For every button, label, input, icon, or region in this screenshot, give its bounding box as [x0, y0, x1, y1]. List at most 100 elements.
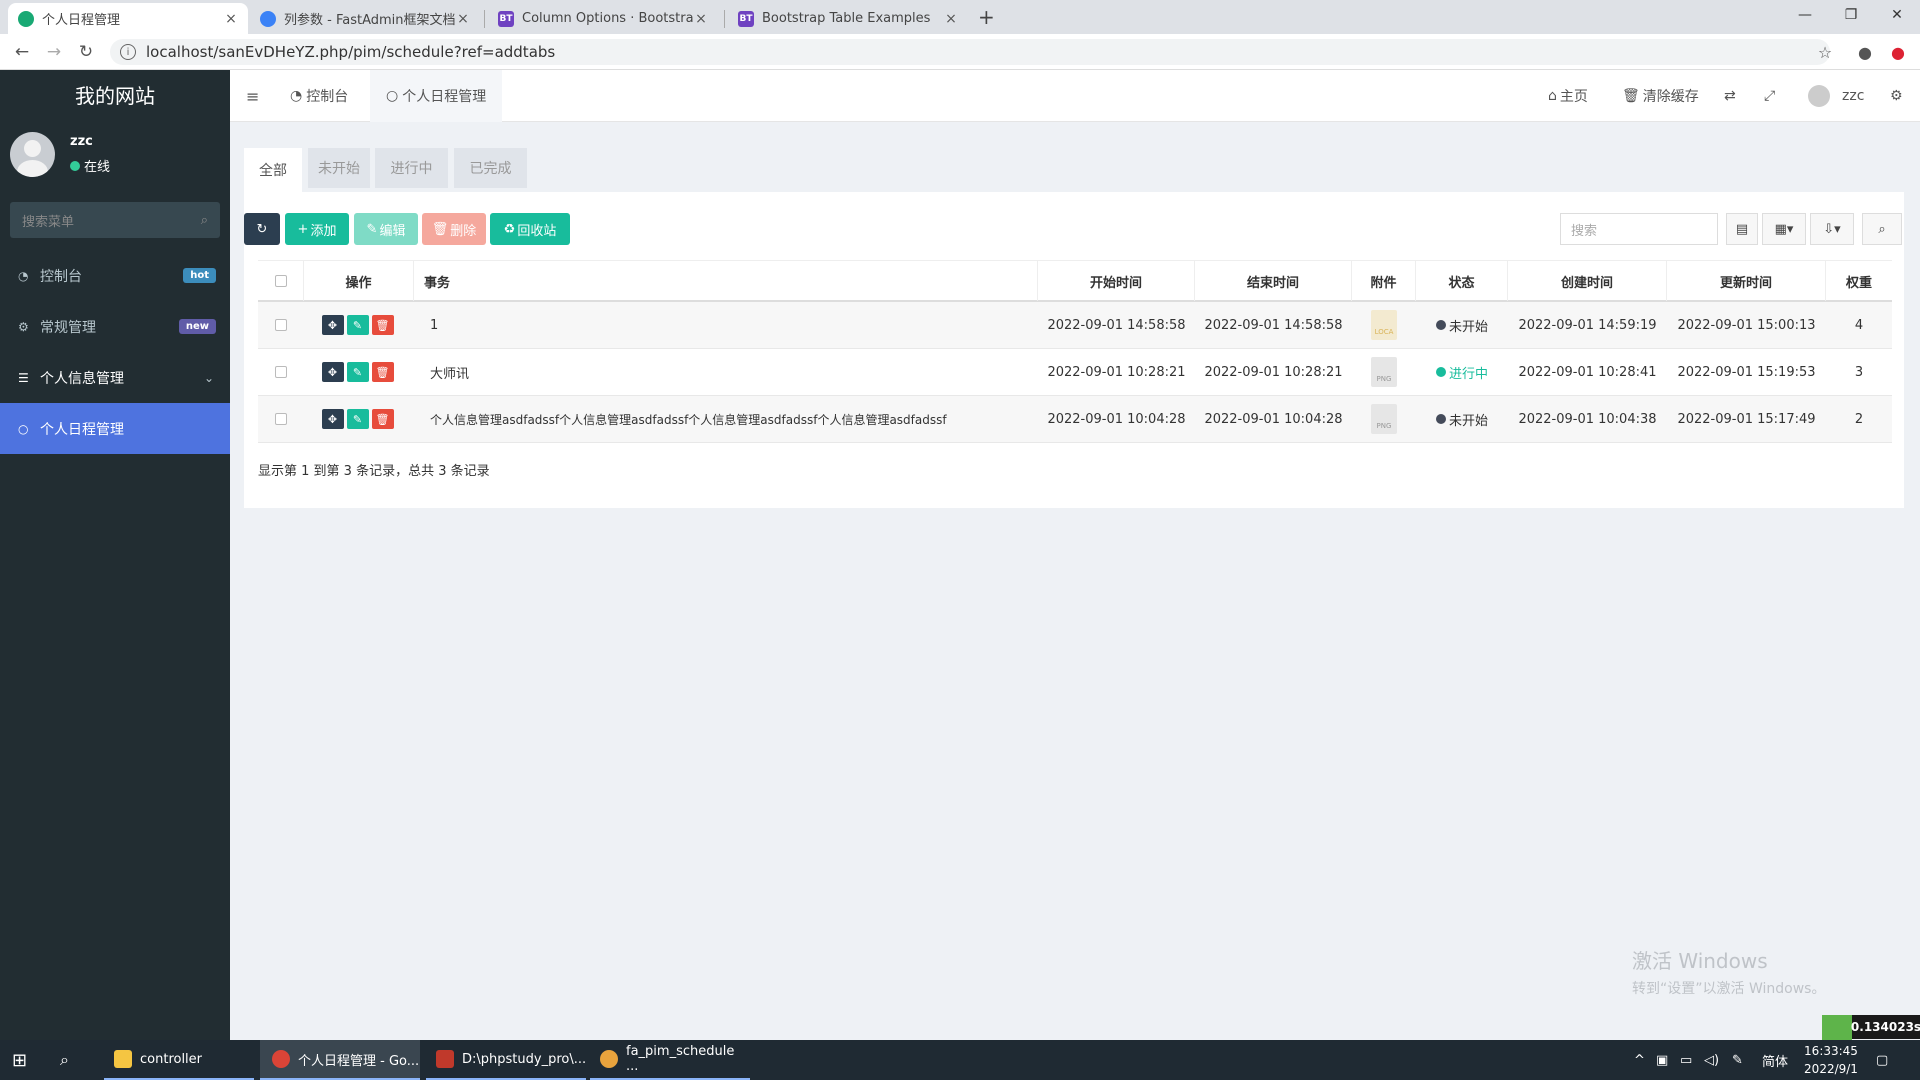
row-checkbox[interactable] [275, 319, 287, 331]
volume-icon[interactable]: ◁) [1704, 1040, 1719, 1080]
row-edit-button[interactable]: ✎ [346, 362, 369, 382]
sidebar-item-personal-info[interactable]: ☰ 个人信息管理 ⌄ [0, 352, 230, 403]
new-tab-button[interactable]: + [978, 5, 995, 29]
drag-sort-button[interactable]: ✥ [321, 409, 344, 429]
row-edit-button[interactable]: ✎ [346, 409, 369, 429]
tab-dashboard[interactable]: ◔ 控制台 [290, 70, 348, 122]
row-checkbox[interactable] [275, 413, 287, 425]
extension-icon[interactable]: ● [1888, 42, 1908, 62]
row-delete-button[interactable]: 🗑 [371, 409, 394, 429]
debug-timer[interactable]: 0.134023s [1851, 1015, 1920, 1039]
tab-not-started[interactable]: 未开始 [308, 148, 370, 188]
select-all-checkbox[interactable] [274, 275, 287, 287]
tab-schedule[interactable]: ○ 个人日程管理 [370, 70, 503, 122]
columns-dropdown[interactable]: ▦▾ [1762, 213, 1806, 245]
taskbar-item-chrome[interactable]: 个人日程管理 - Go... [260, 1040, 420, 1080]
menu-search-input[interactable]: 搜索菜单 ⌕ [10, 202, 220, 238]
minimize-icon[interactable]: — [1782, 0, 1828, 30]
tray-chevron-icon[interactable]: ^ [1634, 1040, 1645, 1080]
file-icon[interactable]: LOCA [1371, 310, 1397, 340]
settings-icon[interactable]: ⚙ [1890, 70, 1903, 122]
recycle-bin-button[interactable]: ♻ 回收站 [490, 213, 570, 245]
sidebar-item-schedule[interactable]: ○ 个人日程管理 [0, 403, 230, 454]
close-tab-icon[interactable]: × [694, 11, 708, 27]
search-icon[interactable]: ⌕ [60, 1040, 69, 1080]
refresh-button[interactable]: ↻ [244, 213, 280, 245]
menu-toggle-icon[interactable]: ≡ [246, 70, 259, 122]
search-icon[interactable]: ⌕ [201, 213, 208, 228]
close-tab-icon[interactable]: × [456, 11, 470, 27]
sidebar-item-dashboard[interactable]: ◔ 控制台 hot [0, 250, 230, 301]
system-clock[interactable]: 16:33:45 2022/9/1 [1796, 1042, 1866, 1078]
table-row[interactable]: ✥ ✎ 🗑 1 2022-09-01 14:58:58 2022-09-01 1… [258, 302, 1892, 349]
url-field[interactable]: i localhost/sanEvDHeYZ.php/pim/schedule?… [110, 39, 1830, 65]
reload-icon[interactable]: ↻ [72, 38, 100, 66]
avatar [1808, 85, 1830, 107]
col-weight[interactable]: 权重 [1826, 261, 1892, 301]
add-button[interactable]: + 添加 [285, 213, 349, 245]
taskbar-item-editor[interactable]: D:\phpstudy_pro\... [426, 1040, 586, 1080]
table-search-input[interactable]: 搜索 [1560, 213, 1718, 245]
tab-completed[interactable]: 已完成 [454, 148, 527, 188]
row-edit-button[interactable]: ✎ [346, 315, 369, 335]
tab-in-progress[interactable]: 进行中 [375, 148, 448, 188]
col-actions[interactable]: 操作 [304, 261, 414, 301]
browser-tab-schedule[interactable]: 个人日程管理 × [8, 3, 248, 34]
col-updated-time[interactable]: 更新时间 [1667, 261, 1826, 301]
tab-favicon-icon: BT [498, 10, 514, 27]
bookmark-star-icon[interactable]: ☆ [1815, 42, 1835, 62]
user-panel: zzc 在线 [0, 122, 230, 202]
row-delete-button[interactable]: 🗑 [371, 362, 394, 382]
tab-all[interactable]: 全部 [244, 148, 302, 192]
col-attachment[interactable]: 附件 [1352, 261, 1416, 301]
forward-icon[interactable]: → [40, 38, 68, 66]
pen-icon[interactable]: ✎ [1732, 1040, 1743, 1080]
clear-cache-button[interactable]: 🗑 清除缓存 [1622, 70, 1699, 122]
row-checkbox[interactable] [275, 366, 287, 378]
cogs-icon: ⚙ [18, 319, 29, 334]
home-link[interactable]: ⌂ 主页 [1548, 70, 1588, 122]
row-delete-button[interactable]: 🗑 [371, 315, 394, 335]
windows-start-icon[interactable]: ⊞ [12, 1040, 36, 1080]
close-tab-icon[interactable]: × [224, 11, 238, 27]
browser-tab-bt-examples[interactable]: BT Bootstrap Table Examples × [728, 3, 968, 34]
taskbar-item-explorer[interactable]: controller [104, 1040, 254, 1080]
sidebar-item-general[interactable]: ⚙ 常规管理 new [0, 301, 230, 352]
drag-sort-button[interactable]: ✥ [321, 315, 344, 335]
col-created-time[interactable]: 创建时间 [1508, 261, 1667, 301]
delete-button[interactable]: 🗑 删除 [422, 213, 486, 245]
export-dropdown[interactable]: ⇩▾ [1810, 213, 1854, 245]
col-end-time[interactable]: 结束时间 [1195, 261, 1352, 301]
browser-tab-column-options[interactable]: BT Column Options · Bootstrap T × [488, 3, 718, 34]
advanced-search-button[interactable]: ⌕ [1862, 213, 1902, 245]
close-tab-icon[interactable]: × [944, 11, 958, 27]
select-all-cell [258, 261, 304, 301]
table-row[interactable]: ✥ ✎ 🗑 大师讯 2022-09-01 10:28:21 2022-09-01… [258, 349, 1892, 396]
drag-sort-button[interactable]: ✥ [321, 362, 344, 382]
edit-button[interactable]: ✎ 编辑 [354, 213, 418, 245]
weight-cell: 2 [1854, 411, 1864, 427]
file-icon[interactable]: PNG [1371, 357, 1397, 387]
site-info-icon[interactable]: i [120, 44, 136, 60]
col-task[interactable]: 事务 [414, 261, 1038, 301]
taskbar-item-navicat[interactable]: fa_pim_schedule ... [590, 1040, 750, 1080]
profile-icon[interactable]: ● [1855, 42, 1875, 62]
table-row[interactable]: ✥ ✎ 🗑 个人信息管理asdfadssf个人信息管理asdfadssf个人信息… [258, 396, 1892, 443]
col-start-time[interactable]: 开始时间 [1038, 261, 1195, 301]
fullscreen-icon[interactable]: ⤢ [1764, 70, 1775, 122]
translate-icon[interactable]: ⇄ [1724, 70, 1736, 122]
ime-indicator[interactable]: 简体 [1762, 1040, 1788, 1080]
toggle-view-button[interactable]: ▤ [1726, 213, 1758, 245]
back-icon[interactable]: ← [8, 38, 36, 66]
restore-icon[interactable]: ❐ [1828, 0, 1874, 30]
debug-logo-icon[interactable] [1822, 1015, 1852, 1040]
site-logo[interactable]: 我的网站 [0, 70, 230, 122]
col-status[interactable]: 状态 [1416, 261, 1508, 301]
user-menu[interactable]: zzc [1808, 70, 1864, 122]
notification-icon[interactable]: ▢ [1876, 1040, 1888, 1080]
tray-app-icon[interactable]: ▣ [1656, 1040, 1668, 1080]
file-icon[interactable]: PNG [1371, 404, 1397, 434]
browser-tab-fastadmin[interactable]: 列参数 - FastAdmin框架文档 × [250, 3, 480, 34]
network-icon[interactable]: ▭ [1680, 1040, 1692, 1080]
close-window-icon[interactable]: ✕ [1874, 0, 1920, 30]
